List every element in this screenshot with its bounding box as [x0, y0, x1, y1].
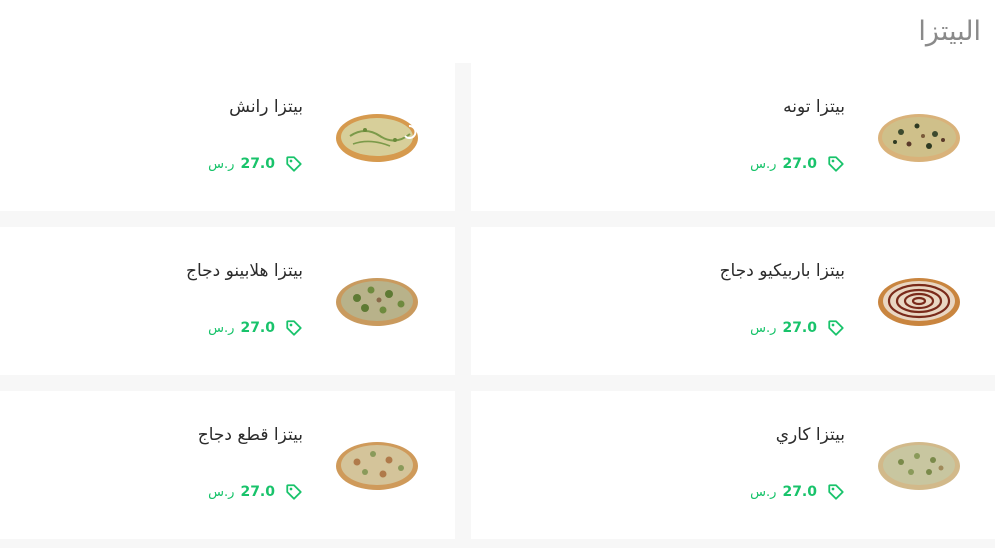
- menu-item-card[interactable]: بيتزا تونه 27.0 ر.س: [471, 63, 995, 211]
- menu-item-card[interactable]: بيتزا رانش 27.0 ر.س: [0, 63, 455, 211]
- price-value: 27.0: [782, 156, 817, 172]
- price-currency: ر.س: [750, 156, 777, 172]
- menu-item-card[interactable]: بيتزا باربيكيو دجاج 27.0 ر.س: [471, 227, 995, 375]
- price-currency: ر.س: [208, 320, 235, 336]
- pizza-curry-image: [878, 442, 960, 490]
- price-value: 27.0: [782, 484, 817, 500]
- pizza-bbq-chicken-image: [878, 278, 960, 326]
- price-tag-icon: [286, 320, 302, 336]
- pizza-tuna-image: [878, 114, 960, 162]
- item-name: بيتزا باربيكيو دجاج: [719, 261, 845, 281]
- price-row: 27.0 ر.س: [750, 319, 845, 337]
- price-value: 27.0: [782, 320, 817, 336]
- price-tag-icon: [286, 156, 302, 172]
- price-currency: ر.س: [750, 484, 777, 500]
- price-row: 27.0 ر.س: [750, 155, 845, 173]
- price-tag-icon: [828, 320, 844, 336]
- price-row: 27.0 ر.س: [208, 483, 303, 501]
- price-row: 27.0 ر.س: [208, 155, 303, 173]
- menu-item-card[interactable]: بيتزا هلابينو دجاج 27.0 ر.س: [0, 227, 455, 375]
- price-row: 27.0 ر.س: [750, 483, 845, 501]
- item-name: بيتزا قطع دجاج: [197, 425, 303, 445]
- price-row: 27.0 ر.س: [208, 319, 303, 337]
- menu-item-card[interactable]: بيتزا كاري 27.0 ر.س: [471, 391, 995, 539]
- price-tag-icon: [828, 484, 844, 500]
- menu-grid: بيتزا تونه 27.0 ر.س بيتزا رانش 27.0 ر.س …: [0, 63, 995, 548]
- price-value: 27.0: [240, 156, 275, 172]
- menu-item-card[interactable]: بيتزا قطع دجاج 27.0 ر.س: [0, 391, 455, 539]
- pizza-jalapeno-chicken-image: [336, 278, 418, 326]
- price-value: 27.0: [240, 484, 275, 500]
- menu-page: البيتزا بيتزا تونه 27.0 ر.س بيتزا رانش 2…: [0, 0, 995, 548]
- item-name: بيتزا كاري: [775, 425, 845, 445]
- section-title: البيتزا: [918, 16, 981, 47]
- item-name: بيتزا رانش: [229, 97, 303, 117]
- pizza-ranch-image: [336, 114, 418, 162]
- pizza-chicken-pieces-image: [336, 442, 418, 490]
- section-header: البيتزا: [0, 0, 995, 63]
- price-tag-icon: [828, 156, 844, 172]
- price-currency: ر.س: [750, 320, 777, 336]
- price-value: 27.0: [240, 320, 275, 336]
- price-tag-icon: [286, 484, 302, 500]
- item-name: بيتزا تونه: [783, 97, 845, 117]
- price-currency: ر.س: [208, 156, 235, 172]
- item-name: بيتزا هلابينو دجاج: [185, 261, 303, 281]
- price-currency: ر.س: [208, 484, 235, 500]
